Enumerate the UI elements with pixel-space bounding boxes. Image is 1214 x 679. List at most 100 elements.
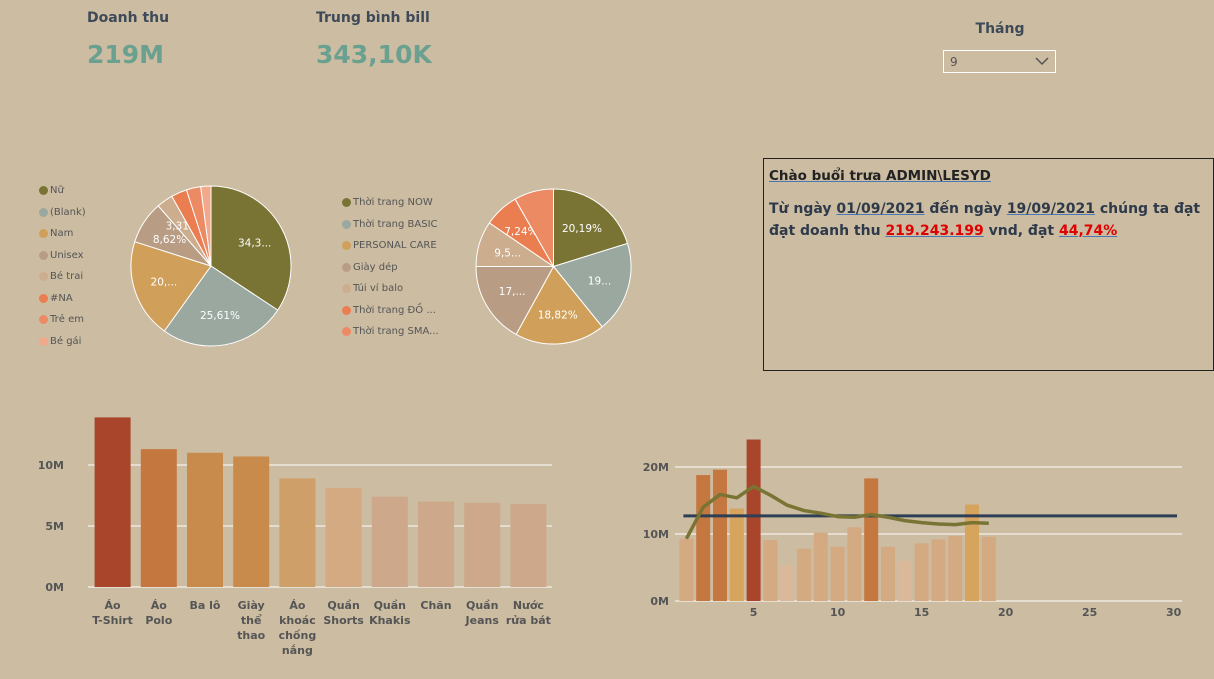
bar[interactable]: [140, 449, 177, 587]
legend-item[interactable]: Giày dép: [342, 257, 439, 279]
bar[interactable]: [187, 452, 223, 587]
legend-label: PERSONAL CARE: [353, 240, 437, 252]
x-tick-label: rửa bát: [506, 614, 551, 627]
x-tick-label: Khakis: [369, 614, 411, 627]
legend-item[interactable]: Trẻ em: [39, 309, 86, 331]
legend-marker: [39, 336, 48, 346]
bar[interactable]: [948, 536, 963, 601]
legend-item[interactable]: Unisex: [39, 245, 86, 267]
bar[interactable]: [94, 417, 131, 587]
bar[interactable]: [464, 502, 501, 587]
start-date: 01/09/2021: [836, 201, 925, 217]
x-tick-label: Quần: [466, 599, 498, 612]
legend-label: Túi ví balo: [353, 283, 404, 295]
greeting-part2: đến ngày: [924, 201, 1007, 217]
legend-item[interactable]: Thời trang SMA...: [342, 321, 439, 343]
kpi-revenue-label: Doanh thu: [87, 10, 170, 26]
bar[interactable]: [965, 504, 979, 601]
legend-label: Bé gái: [50, 335, 82, 347]
x-tick-label: 25: [1082, 606, 1097, 619]
legend-item[interactable]: Nam: [39, 223, 86, 245]
greeting-title: Chào buổi trưa ADMIN\LESYD: [769, 168, 991, 184]
legend-marker: [342, 327, 351, 337]
greeting-card: Chào buổi trưa ADMIN\LESYD Từ ngày 01/09…: [763, 158, 1214, 371]
y-tick-label: 0M: [650, 595, 669, 608]
bar[interactable]: [746, 439, 761, 601]
bar[interactable]: [279, 478, 316, 587]
greeting-part1: Từ ngày: [769, 201, 837, 217]
y-tick-label: 0M: [45, 581, 64, 594]
legend-marker: [342, 241, 351, 251]
legend-item[interactable]: Túi ví balo: [342, 278, 439, 300]
legend-item[interactable]: Bé gái: [39, 331, 86, 353]
x-tick-label: chống: [279, 629, 317, 642]
legend-label: Nữ: [50, 185, 64, 197]
pie-data-label: 25,61%: [200, 310, 240, 322]
legend-marker: [342, 198, 351, 208]
gender-legend: Nữ (Blank) Nam Unisex Bé trai #NA Trẻ em Bé gái: [39, 180, 86, 352]
pie-data-label: 18,82%: [538, 309, 578, 321]
bar[interactable]: [931, 539, 946, 601]
legend-item[interactable]: PERSONAL CARE: [342, 235, 439, 257]
x-tick-label: nắng: [282, 644, 313, 657]
bar[interactable]: [864, 478, 879, 601]
x-tick-label: Polo: [145, 614, 172, 627]
legend-item[interactable]: Thời trang BASIC: [342, 214, 439, 236]
legend-label: (Blank): [50, 206, 86, 218]
y-tick-label: 20M: [643, 461, 669, 474]
bar[interactable]: [813, 532, 828, 601]
x-tick-label: 30: [1166, 606, 1182, 619]
x-tick-label: 5: [750, 606, 758, 619]
pie-data-label: 9,5...: [494, 247, 521, 259]
pie-data-label: 20,19%: [562, 223, 602, 235]
greeting-text: Từ ngày 01/09/2021 đến ngày 19/09/2021 c…: [769, 198, 1208, 242]
bar[interactable]: [797, 548, 811, 601]
bar[interactable]: [233, 456, 270, 587]
pie-data-label: 19...: [588, 275, 611, 287]
gender-pie-chart: 34,3...25,61%20,...8,62%3,31%: [130, 185, 292, 347]
legend-marker: [39, 315, 48, 325]
legend-marker: [39, 272, 48, 282]
bar[interactable]: [830, 546, 845, 601]
bar[interactable]: [418, 501, 454, 587]
bar[interactable]: [696, 475, 711, 601]
legend-label: Nam: [50, 228, 74, 240]
bar[interactable]: [729, 508, 744, 601]
legend-marker: [39, 293, 48, 303]
legend-label: Trẻ em: [50, 314, 84, 326]
bar[interactable]: [847, 527, 862, 601]
bar[interactable]: [763, 540, 778, 601]
x-tick-label: 10: [830, 606, 846, 619]
bar[interactable]: [780, 564, 795, 601]
legend-item[interactable]: Bé trai: [39, 266, 86, 288]
bar[interactable]: [914, 543, 929, 601]
legend-marker: [39, 186, 48, 196]
legend-item[interactable]: #NA: [39, 288, 86, 310]
bar[interactable]: [510, 504, 547, 587]
bar[interactable]: [881, 546, 895, 601]
kpi-avg-bill-value: 343,10K: [316, 40, 432, 69]
bar[interactable]: [371, 496, 408, 587]
legend-marker: [342, 305, 351, 315]
y-tick-label: 10M: [643, 528, 669, 541]
legend-label: Giày dép: [353, 261, 398, 273]
legend-item[interactable]: Nữ: [39, 180, 86, 202]
month-dropdown[interactable]: 9: [943, 50, 1056, 73]
legend-item[interactable]: Thời trang NOW: [342, 192, 439, 214]
legend-marker: [342, 262, 351, 272]
x-tick-label: khoác: [279, 614, 316, 627]
chevron-down-icon: [1035, 57, 1049, 66]
bar[interactable]: [897, 560, 912, 601]
bar[interactable]: [713, 469, 727, 601]
legend-label: Thời trang SMA...: [353, 326, 439, 338]
x-tick-label: Quần: [374, 599, 406, 612]
month-filter-title: Tháng: [975, 21, 1025, 37]
legend-item[interactable]: (Blank): [39, 202, 86, 224]
bar[interactable]: [325, 488, 362, 587]
category-legend: Thời trang NOW Thời trang BASIC PERSONAL C…: [342, 192, 439, 343]
bar[interactable]: [679, 538, 694, 601]
legend-marker: [342, 219, 351, 229]
bar[interactable]: [981, 536, 996, 601]
legend-item[interactable]: Thời trang ĐỒ ...: [342, 300, 439, 322]
x-tick-label: Áo: [289, 599, 306, 612]
